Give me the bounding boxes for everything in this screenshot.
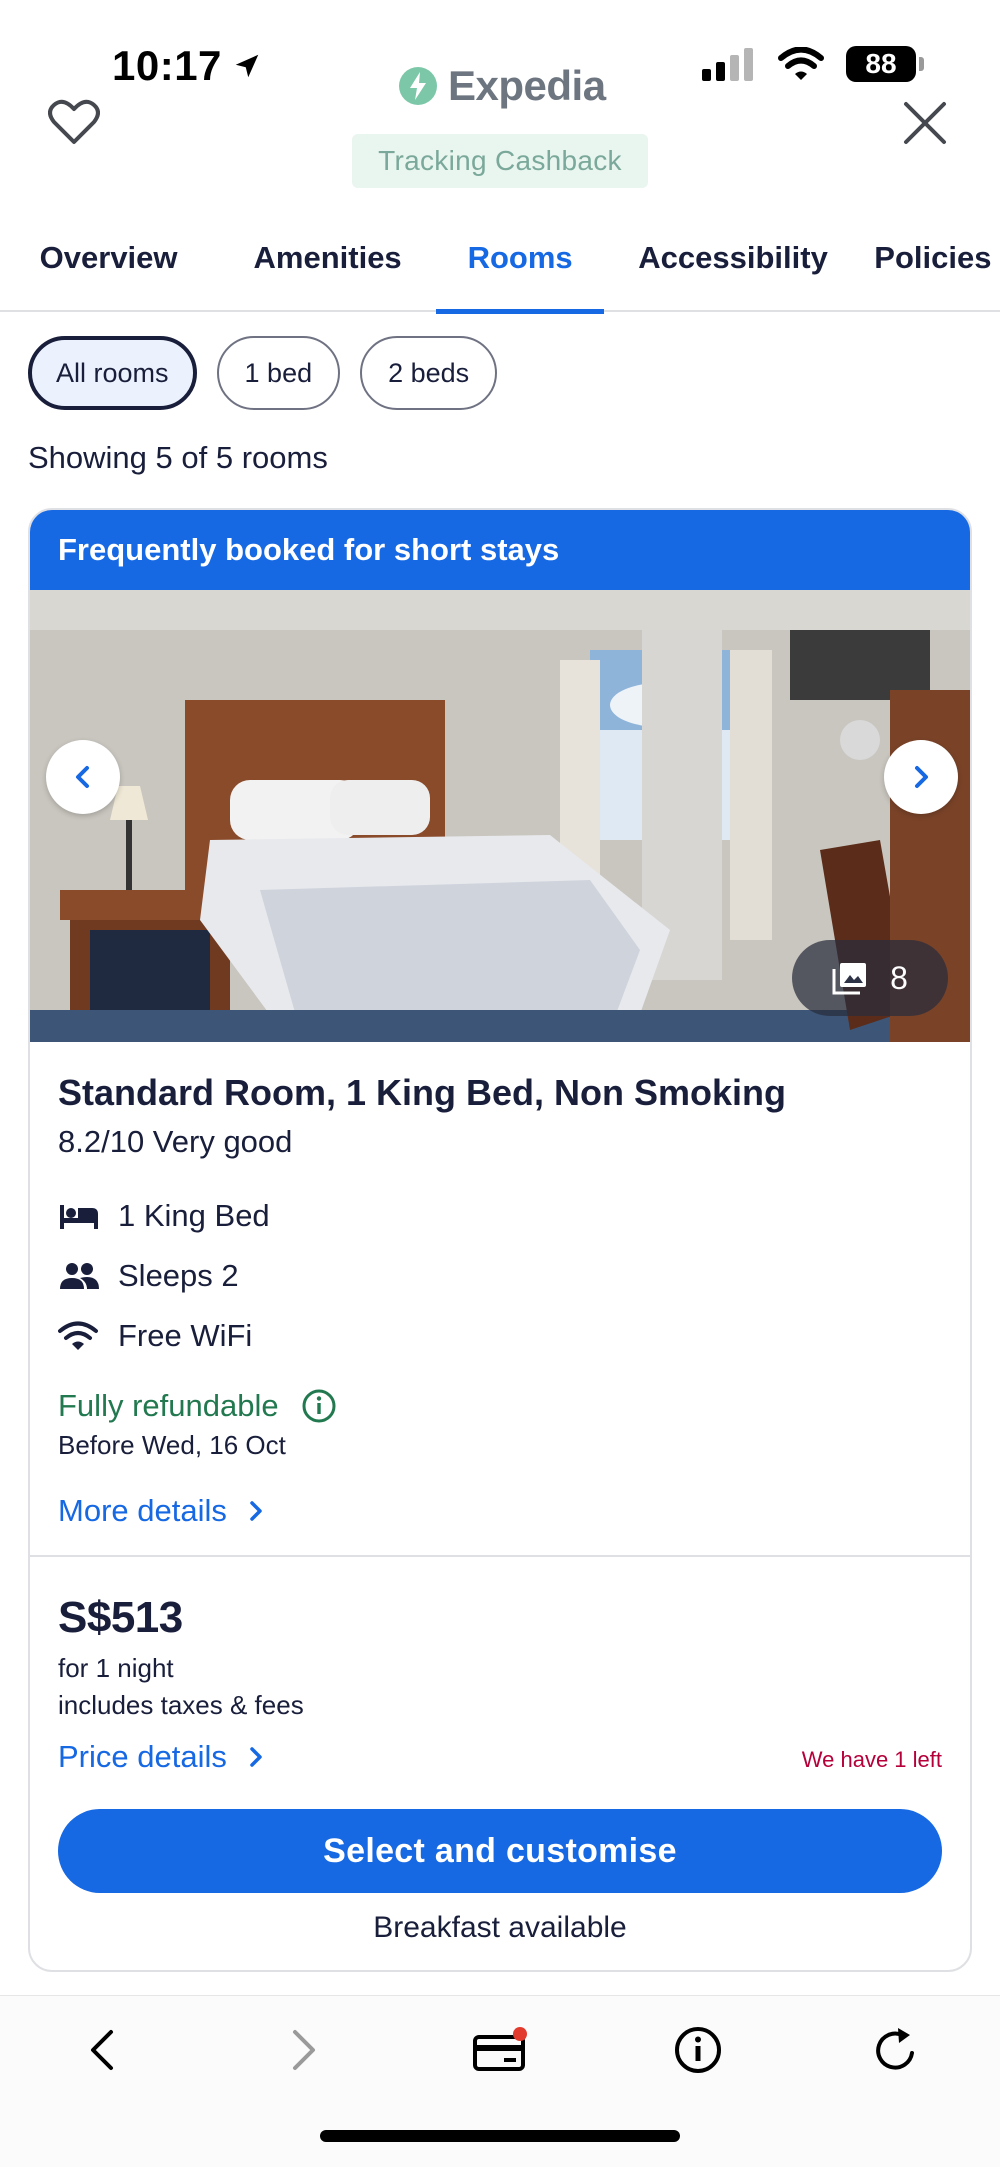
refund-policy: Fully refundable: [58, 1388, 942, 1424]
feature-sleeps: Sleeps 2: [58, 1246, 942, 1306]
chevron-right-icon: [915, 766, 928, 788]
browser-toolbar: [0, 1995, 1000, 2167]
price-row: Price details We have 1 left: [58, 1739, 942, 1775]
room-filter-chips: All rooms 1 bed 2 beds: [28, 336, 498, 410]
feature-wifi-label: Free WiFi: [118, 1318, 253, 1353]
property-tabs: Overview Amenities Rooms Accessibility P…: [0, 226, 1000, 314]
photo-count: 8: [890, 959, 908, 996]
tab-policies[interactable]: Policies: [874, 226, 1000, 312]
expedia-logo: Expedia: [398, 62, 606, 110]
location-arrow-icon: [235, 54, 259, 78]
tracking-cashback-badge: Tracking Cashback: [352, 134, 648, 188]
tab-rooms[interactable]: Rooms: [436, 226, 605, 314]
filter-chip-all-rooms[interactable]: All rooms: [28, 336, 197, 410]
home-indicator: [320, 2130, 680, 2142]
rooms-count-text: Showing 5 of 5 rooms: [28, 440, 328, 475]
room-details: Standard Room, 1 King Bed, Non Smoking 8…: [30, 1072, 970, 1529]
breakfast-note: Breakfast available: [373, 1911, 627, 1944]
short-stay-banner: Frequently booked for short stays: [30, 510, 970, 590]
card-divider: [30, 1555, 970, 1557]
refund-deadline: Before Wed, 16 Oct: [58, 1430, 286, 1460]
back-arrow-icon: [91, 2030, 113, 2070]
room-card: Frequently booked for short stays 8 Stan…: [28, 508, 972, 1972]
forward-button[interactable]: [274, 2020, 334, 2080]
photo-prev-button[interactable]: [46, 740, 120, 814]
tab-accessibility[interactable]: Accessibility: [638, 226, 828, 312]
wallet-button[interactable]: [470, 2020, 530, 2080]
brand-name: Expedia: [448, 62, 606, 109]
wifi-status-icon: [778, 47, 824, 80]
room-rating: 8.2/10 Very good: [58, 1124, 293, 1159]
status-time-text: 10:17: [112, 42, 222, 89]
wifi-icon: [58, 1321, 118, 1351]
forward-arrow-icon: [293, 2030, 315, 2070]
feature-sleeps-label: Sleeps 2: [118, 1258, 239, 1293]
battery-indicator: 88: [846, 46, 924, 82]
status-indicators: 88: [702, 46, 924, 82]
bed-icon: [58, 1201, 118, 1231]
refund-label: Fully refundable: [58, 1388, 279, 1423]
reload-button[interactable]: [866, 2020, 926, 2080]
page-info-button[interactable]: [668, 2020, 728, 2080]
info-icon[interactable]: [301, 1388, 337, 1424]
price-details-label: Price details: [58, 1739, 227, 1774]
close-icon[interactable]: [900, 98, 950, 153]
photo-next-button[interactable]: [884, 740, 958, 814]
room-name: Standard Room, 1 King Bed, Non Smoking: [58, 1072, 787, 1113]
people-icon: [58, 1261, 118, 1291]
filter-chip-2-beds[interactable]: 2 beds: [360, 336, 498, 410]
status-time: 10:17: [112, 42, 262, 90]
price-details-link[interactable]: Price details: [58, 1739, 265, 1775]
room-photo[interactable]: 8: [30, 590, 970, 1042]
more-details-label: More details: [58, 1493, 227, 1528]
tab-overview[interactable]: Overview: [38, 226, 179, 312]
back-button[interactable]: [72, 2020, 132, 2080]
price-section: S$513 for 1 night includes taxes & fees …: [30, 1593, 970, 1945]
chevron-left-icon: [76, 766, 89, 788]
select-and-customise-button[interactable]: Select and customise: [58, 1809, 942, 1893]
expedia-logo-icon: [399, 67, 437, 105]
room-features: 1 King Bed Sleeps 2 Free WiFi: [58, 1186, 942, 1366]
price-taxes-note: includes taxes & fees: [58, 1690, 304, 1720]
availability-note: We have 1 left: [801, 1747, 942, 1772]
tab-amenities[interactable]: Amenities: [251, 226, 404, 312]
feature-bed-label: 1 King Bed: [118, 1198, 270, 1233]
filter-chip-1-bed[interactable]: 1 bed: [216, 336, 341, 410]
cellular-signal-icon: [702, 48, 753, 81]
more-details-link[interactable]: More details: [58, 1493, 942, 1529]
feature-bed: 1 King Bed: [58, 1186, 942, 1246]
gallery-icon: [832, 963, 867, 995]
feature-wifi: Free WiFi: [58, 1306, 942, 1366]
price-period: for 1 night: [58, 1653, 174, 1683]
photo-gallery-button[interactable]: 8: [792, 940, 948, 1016]
chevron-right-icon: [250, 1747, 262, 1767]
room-price: S$513: [58, 1593, 183, 1642]
info-icon: [675, 2027, 721, 2073]
chevron-right-icon: [250, 1501, 262, 1521]
favorite-heart-icon[interactable]: [48, 98, 100, 151]
reload-icon: [876, 2028, 914, 2070]
wallet-icon: [473, 2027, 527, 2071]
